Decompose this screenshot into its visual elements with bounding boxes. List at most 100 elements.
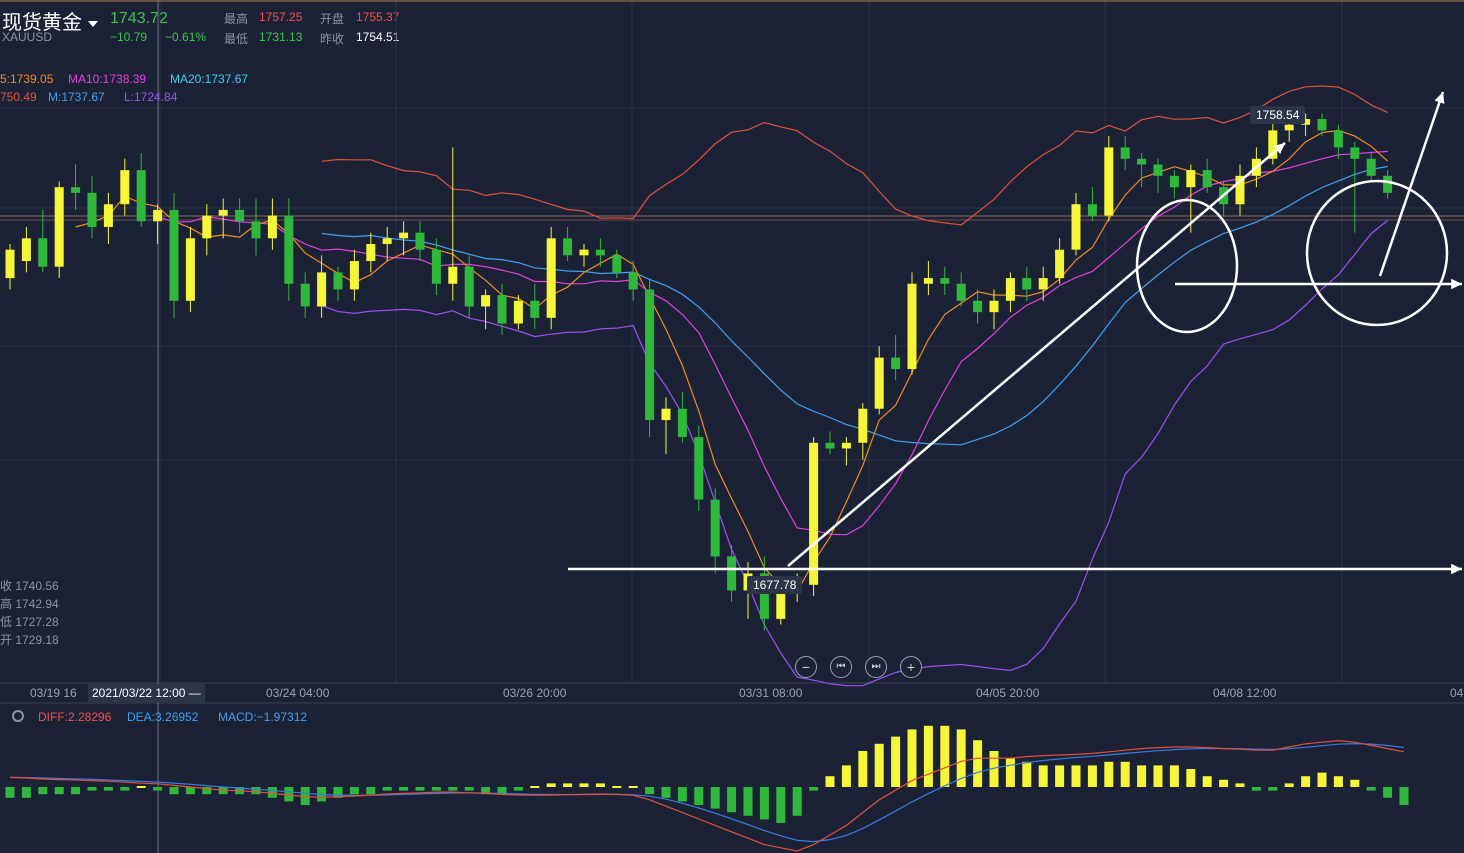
gear-icon[interactable]	[12, 710, 24, 722]
macd-bar	[776, 787, 786, 823]
candle	[481, 295, 491, 307]
candle	[612, 255, 622, 273]
candle	[727, 556, 737, 591]
macd-bar	[1284, 783, 1294, 787]
candle	[317, 272, 327, 307]
macd-bar	[940, 725, 950, 787]
macd-bar	[563, 783, 573, 787]
macd-bar	[1022, 761, 1032, 787]
candle	[153, 209, 163, 222]
candle	[677, 408, 687, 438]
macd-bar	[1251, 787, 1261, 791]
crosshair-date: 2021/03/22 12:00 —	[88, 684, 205, 702]
high-price-tag: 1758.54	[1250, 106, 1306, 124]
candle	[513, 300, 523, 324]
macd-panel	[5, 725, 1409, 852]
candle	[448, 266, 458, 284]
macd-bar	[759, 787, 769, 820]
macd-bar	[792, 787, 802, 816]
x-tick-label: 03/26 20:00	[503, 686, 567, 700]
macd-bar	[87, 787, 97, 791]
annotations	[568, 91, 1462, 575]
candle	[1333, 130, 1343, 148]
macd-bar	[694, 787, 704, 805]
macd-bar	[1087, 765, 1097, 787]
candle	[103, 204, 113, 227]
candle	[497, 295, 507, 324]
candle	[333, 272, 343, 290]
candlestick-chart[interactable]	[0, 0, 1464, 853]
macd-bar	[431, 787, 441, 791]
candle	[1202, 170, 1212, 188]
macd-diff-label: DIFF:2.28296	[38, 710, 112, 724]
candle	[1104, 147, 1114, 216]
candle	[858, 408, 868, 443]
macd-bar	[1317, 772, 1327, 787]
candle	[431, 249, 441, 284]
candle	[956, 283, 966, 301]
macd-bar	[1219, 779, 1229, 787]
candle	[284, 215, 294, 284]
candle	[1120, 147, 1130, 159]
macd-bar	[1005, 758, 1015, 787]
macd-bar	[1120, 761, 1130, 787]
candle	[841, 442, 851, 449]
candle	[399, 232, 409, 239]
candle	[579, 249, 589, 256]
candle	[825, 442, 835, 449]
x-tick-label: 04	[1450, 686, 1464, 700]
macd-bar	[1071, 765, 1081, 787]
macd-bar	[1301, 776, 1311, 787]
next-button[interactable]: ⏭	[865, 656, 887, 678]
macd-bar	[1137, 765, 1147, 787]
prev-button[interactable]: ⏮	[830, 656, 852, 678]
macd-bar	[1350, 779, 1360, 787]
x-tick-label: 04/05 20:00	[976, 686, 1040, 700]
macd-bar	[1038, 765, 1048, 787]
macd-bar	[1104, 761, 1114, 787]
candle	[694, 437, 704, 500]
x-tick-label: 03/31 08:00	[739, 686, 803, 700]
macd-bar	[103, 787, 113, 791]
macd-bar	[907, 729, 917, 787]
macd-bar	[448, 787, 458, 791]
zoom-in-button[interactable]: +	[900, 656, 922, 678]
x-tick-label: 03/24 04:00	[266, 686, 330, 700]
candle	[218, 209, 228, 216]
arrowhead	[1451, 563, 1462, 575]
candle	[1186, 170, 1196, 188]
macd-bar	[120, 787, 130, 791]
candle	[1366, 158, 1376, 176]
macd-bar	[530, 786, 540, 788]
macd-bar	[973, 740, 983, 787]
grid-lines	[0, 0, 1464, 853]
candle	[1005, 278, 1015, 301]
macd-bar	[399, 787, 409, 791]
macd-bar	[366, 787, 376, 795]
candle	[136, 170, 146, 222]
candle	[1169, 175, 1179, 188]
macd-bar	[251, 787, 261, 795]
zoom-out-button[interactable]: −	[795, 656, 817, 678]
macd-bar	[727, 787, 737, 813]
macd-bar	[923, 725, 933, 787]
candle	[891, 357, 901, 369]
candle	[38, 238, 48, 267]
candle	[1153, 164, 1163, 176]
macd-bar	[1202, 776, 1212, 787]
candle	[169, 209, 179, 301]
macd-bar	[464, 787, 474, 791]
candle	[874, 357, 884, 409]
macd-bar	[415, 787, 425, 791]
candle	[21, 238, 31, 262]
candle	[710, 499, 720, 557]
candle	[776, 590, 786, 619]
macd-bar	[267, 787, 277, 798]
candle	[382, 238, 392, 244]
candle	[546, 238, 556, 318]
candle	[87, 192, 97, 227]
bb-lower-line	[321, 220, 1388, 687]
candle	[645, 289, 655, 421]
macd-bar	[1333, 776, 1343, 787]
macd-bar	[1235, 783, 1245, 787]
